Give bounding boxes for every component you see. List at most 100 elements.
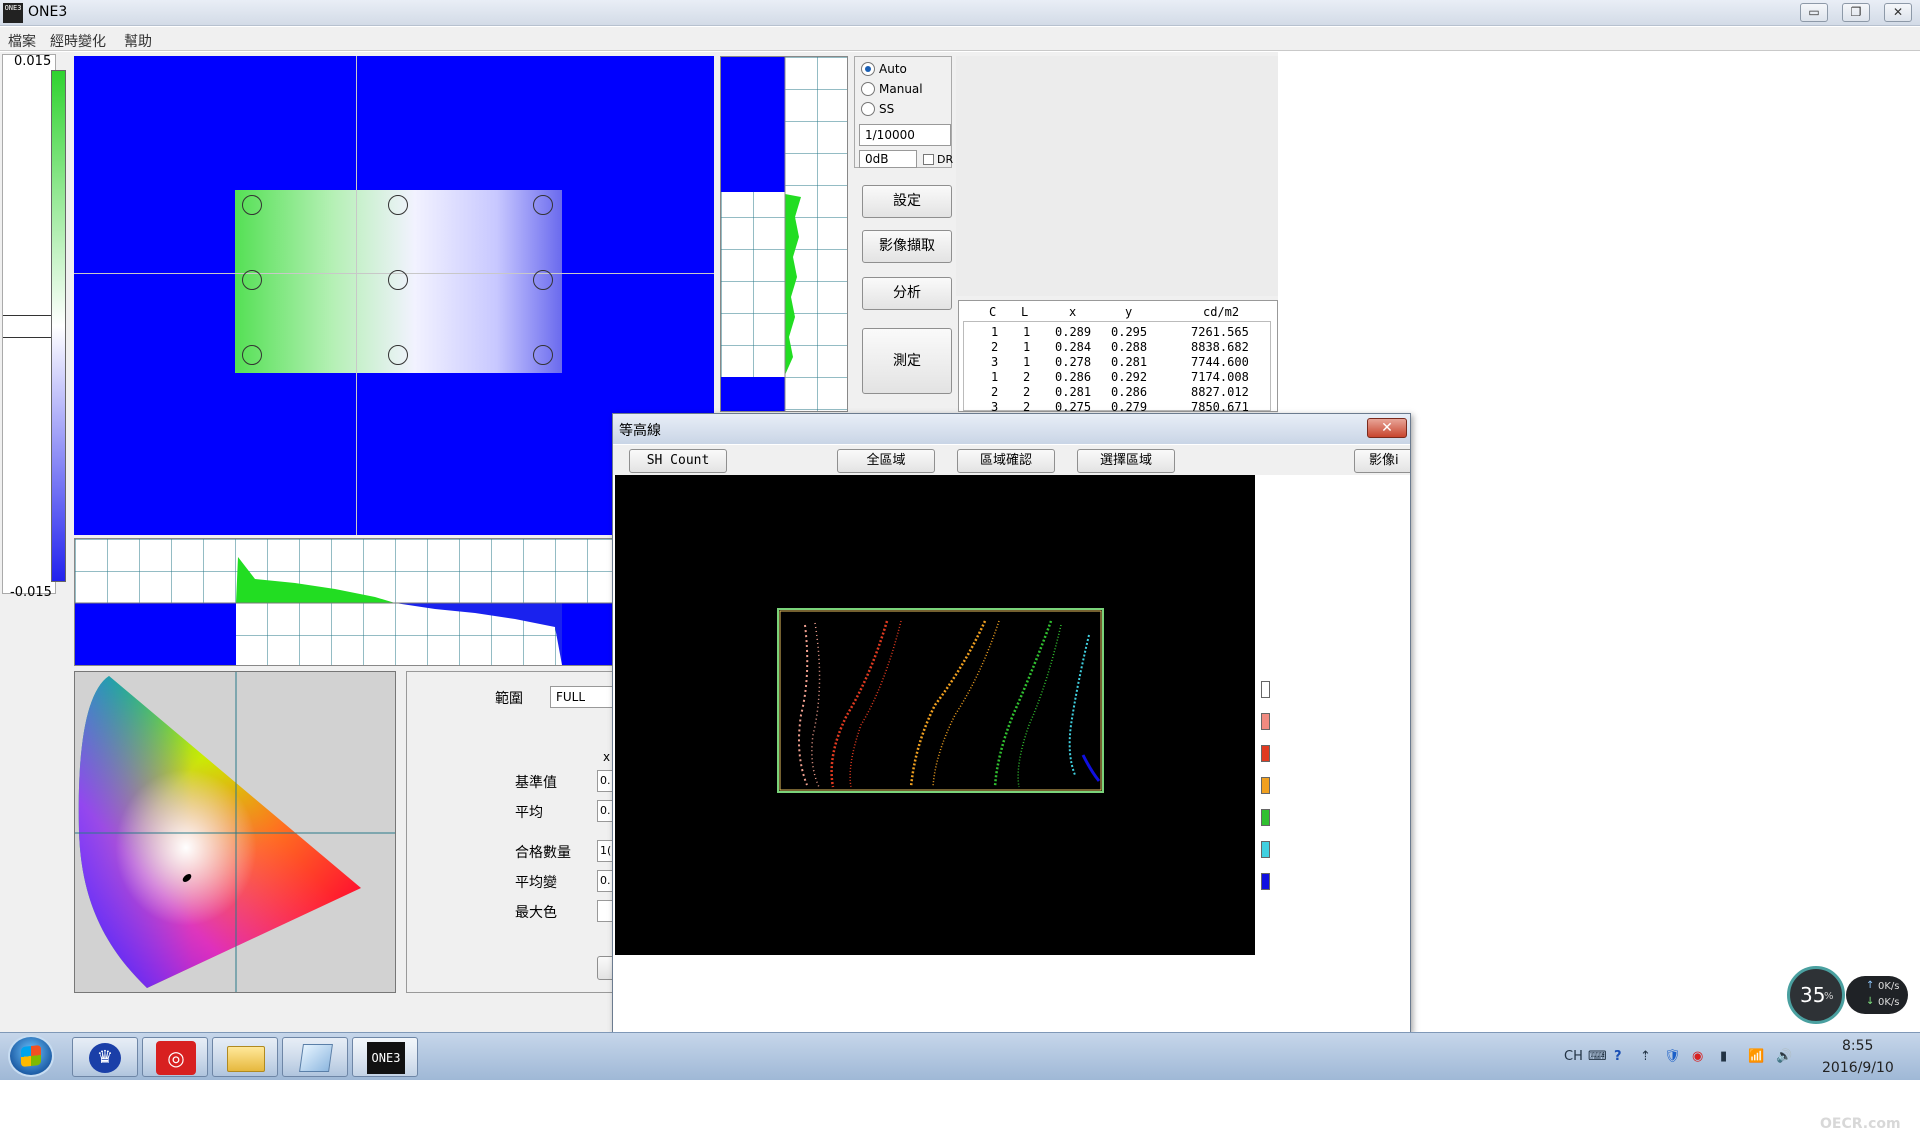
help-icon[interactable]: ? — [1614, 1049, 1622, 1064]
menu-help[interactable]: 幫助 — [124, 31, 152, 51]
start-button[interactable] — [8, 1035, 54, 1077]
taskbar-file-explorer[interactable] — [212, 1037, 278, 1077]
dialog-title: 等高線 — [619, 423, 661, 439]
table-cell: 0.281 — [1055, 385, 1092, 399]
table-header: C — [989, 305, 997, 319]
measurement-table: C L x y cd/m2 1 1 0.289 0.295 7261.565 2… — [958, 300, 1278, 412]
device-icon[interactable]: ▮ — [1720, 1049, 1727, 1064]
full-area-button[interactable]: 全區域 — [837, 449, 935, 473]
measure-point[interactable] — [533, 195, 553, 215]
one3-icon: ONE3 — [367, 1042, 405, 1074]
table-cell: 0.286 — [1111, 385, 1148, 399]
taskbar-crown-app[interactable]: ♛ — [72, 1037, 138, 1077]
measure-point[interactable] — [242, 270, 262, 290]
table-cell: 0.292 — [1111, 370, 1148, 384]
sh-count-button[interactable]: SH Count — [629, 449, 727, 473]
measure-point[interactable] — [242, 345, 262, 365]
restore-button[interactable]: ❐ — [1842, 3, 1870, 22]
menu-file[interactable]: 檔案 — [8, 31, 36, 51]
dialog-title-bar — [613, 414, 1410, 444]
table-cell: 3 — [991, 355, 999, 369]
crosshair-vertical[interactable] — [356, 56, 357, 535]
title-bar — [0, 0, 1920, 26]
statistics-panel: 範圍 FULL x 基準值 平均 合格數量 平均變 最大色 0. 0. 1( 0… — [406, 671, 617, 993]
table-cell: 7850.671 — [1191, 400, 1249, 412]
stat-label: 平均變 — [515, 875, 557, 891]
radio-ss-label: SS — [879, 102, 895, 116]
network-icon[interactable]: 📶 — [1748, 1049, 1764, 1064]
clock-time[interactable]: 8:55 — [1842, 1038, 1873, 1054]
area-confirm-button[interactable]: 區域確認 — [957, 449, 1055, 473]
table-cell: 3 — [991, 400, 999, 412]
radio-ss[interactable] — [861, 102, 875, 116]
table-cell: 2 — [1023, 370, 1031, 384]
download-arrow-icon: ↓ — [1866, 996, 1875, 1007]
folder-icon — [227, 1046, 265, 1072]
taskbar-one3[interactable]: ONE3 — [352, 1037, 418, 1077]
netease-tray-icon[interactable]: ◉ — [1692, 1049, 1703, 1064]
radio-auto-label: Auto — [879, 62, 907, 76]
measure-point[interactable] — [388, 345, 408, 365]
table-cell: 0.289 — [1055, 325, 1092, 339]
dialog-close-button[interactable]: ✕ — [1367, 418, 1407, 438]
memory-meter[interactable]: 35 % — [1787, 966, 1845, 1024]
expand-tray-icon[interactable]: ⇡ — [1640, 1049, 1651, 1064]
measure-button[interactable]: 測定 — [862, 328, 952, 394]
stat-label: 平均 — [515, 805, 543, 821]
settings-button[interactable]: 設定 — [862, 185, 952, 218]
radio-manual-label: Manual — [879, 82, 923, 96]
app-icon: ONE3 — [3, 3, 23, 23]
radio-auto[interactable] — [861, 62, 875, 76]
measure-point[interactable] — [533, 345, 553, 365]
close-button[interactable]: ✕ — [1884, 3, 1912, 22]
table-cell: 1 — [991, 370, 999, 384]
radio-manual[interactable] — [861, 82, 875, 96]
table-header: L — [1021, 305, 1029, 319]
keyboard-icon[interactable]: ⌨ — [1588, 1049, 1607, 1064]
taskbar-notepad[interactable] — [282, 1037, 348, 1077]
taskbar: ♛ ◎ ONE3 CH ⌨ ? ⇡ 🛡 ◉ ▮ 📶 🔊 — [0, 1032, 1920, 1080]
table-cell: 0.284 — [1055, 340, 1092, 354]
chromaticity-diagram[interactable] — [74, 671, 396, 993]
meter-percent: 35 — [1800, 983, 1826, 1007]
shield-icon[interactable]: 🛡 — [1664, 1049, 1681, 1064]
table-cell: 7174.008 — [1191, 370, 1249, 384]
music-icon: ◎ — [156, 1041, 196, 1075]
measure-point[interactable] — [388, 270, 408, 290]
table-cell: 0.278 — [1055, 355, 1092, 369]
measure-point[interactable] — [388, 195, 408, 215]
measure-point[interactable] — [242, 195, 262, 215]
dr-checkbox[interactable] — [923, 154, 934, 165]
menu-time-change[interactable]: 經時變化 — [50, 31, 106, 51]
taskbar-netease-music[interactable]: ◎ — [142, 1037, 208, 1077]
stats-x-header: x — [603, 750, 611, 764]
scale-min-label: -0.015 — [10, 585, 52, 600]
image-button[interactable]: 影像i — [1354, 449, 1410, 473]
meter-percent-unit: % — [1824, 991, 1834, 1002]
clock-date[interactable]: 2016/9/10 — [1822, 1060, 1894, 1076]
range-select[interactable]: FULL — [550, 686, 616, 708]
legend-swatch — [1261, 713, 1270, 730]
table-cell: 2 — [991, 340, 999, 354]
stat-label: 合格數量 — [515, 845, 571, 861]
ime-indicator[interactable]: CH — [1564, 1049, 1583, 1064]
upload-speed: 0K/s — [1878, 981, 1900, 992]
minimize-button[interactable]: ▭ — [1800, 3, 1828, 22]
legend-swatch — [1261, 809, 1270, 826]
legend-swatch — [1261, 777, 1270, 794]
watermark: OECR.com — [1820, 1116, 1901, 1132]
horizontal-profile — [74, 538, 614, 666]
contour-canvas[interactable] — [615, 475, 1255, 955]
gain-select[interactable]: 0dB — [859, 150, 917, 168]
capture-button[interactable]: 影像擷取 — [862, 230, 952, 263]
volume-icon[interactable]: 🔊 — [1776, 1049, 1792, 1064]
table-cell: 1 — [1023, 325, 1031, 339]
legend-swatch — [1261, 681, 1270, 698]
table-cell: 0.295 — [1111, 325, 1148, 339]
measure-point[interactable] — [533, 270, 553, 290]
color-scale-bar — [51, 70, 66, 582]
select-area-button[interactable]: 選擇區域 — [1077, 449, 1175, 473]
shutter-select[interactable]: 1/10000 — [859, 124, 951, 146]
table-cell: 1 — [1023, 355, 1031, 369]
analyze-button[interactable]: 分析 — [862, 277, 952, 310]
